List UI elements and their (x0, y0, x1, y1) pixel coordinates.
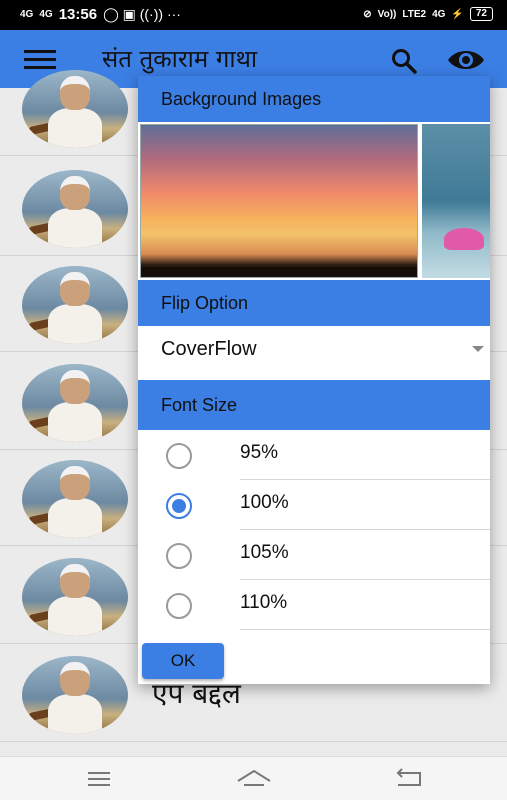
font-size-label: 105% (240, 542, 289, 563)
avatar (22, 364, 128, 442)
avatar (22, 266, 128, 344)
radio-button[interactable] (166, 593, 192, 619)
font-size-label: 110% (240, 592, 288, 613)
radio-button-selected[interactable] (166, 493, 192, 519)
radio-button[interactable] (166, 543, 192, 569)
mute-icon: ⊘ (363, 8, 372, 20)
lte-indicator: LTE2 (402, 8, 427, 20)
ok-button[interactable]: OK (142, 643, 224, 679)
volte-indicator: Vo)) (377, 8, 397, 20)
font-size-option[interactable]: 110% (138, 580, 490, 630)
avatar (22, 460, 128, 538)
network-indicator: 4G (20, 9, 34, 20)
font-size-option[interactable]: 100% (138, 480, 490, 530)
avatar (22, 656, 128, 734)
background-image-water[interactable] (422, 124, 490, 278)
font-size-label: 100% (240, 492, 289, 513)
flip-option-value: CoverFlow (161, 338, 257, 360)
menu-icon[interactable] (78, 767, 118, 791)
charging-icon: ⚡ (451, 8, 464, 20)
network-indicator-2: 4G (39, 9, 53, 20)
clock: 13:56 (58, 6, 98, 23)
avatar (22, 558, 128, 636)
network-indicator-right: 4G (432, 8, 446, 20)
dropdown-caret-icon (472, 346, 484, 352)
flip-option-header: Flip Option (138, 280, 490, 326)
back-icon[interactable] (390, 767, 430, 791)
home-icon[interactable] (234, 767, 274, 791)
background-images-strip[interactable] (138, 122, 490, 280)
font-size-option[interactable]: 95% (138, 430, 490, 480)
radio-button[interactable] (166, 443, 192, 469)
background-images-header: Background Images (138, 76, 490, 122)
font-size-header: Font Size (138, 380, 490, 430)
settings-dialog: Background Images Flip Option CoverFlow … (138, 76, 490, 684)
battery-level: 72 (469, 7, 493, 21)
status-bar: 4G 4G 13:56 ◯ ▣ ((·)) ··· ⊘ Vo)) LTE2 4G… (0, 0, 507, 30)
avatar (22, 170, 128, 248)
flip-option-select[interactable]: CoverFlow (138, 326, 490, 380)
background-image-sunset[interactable] (140, 124, 418, 278)
font-size-option[interactable]: 105% (138, 530, 490, 580)
font-size-options: 95% 100% 105% 110% (138, 430, 490, 630)
system-nav-bar (0, 756, 507, 800)
notification-icons: ◯ ▣ ((·)) ··· (103, 6, 181, 22)
font-size-label: 95% (240, 442, 279, 463)
avatar (22, 70, 128, 148)
